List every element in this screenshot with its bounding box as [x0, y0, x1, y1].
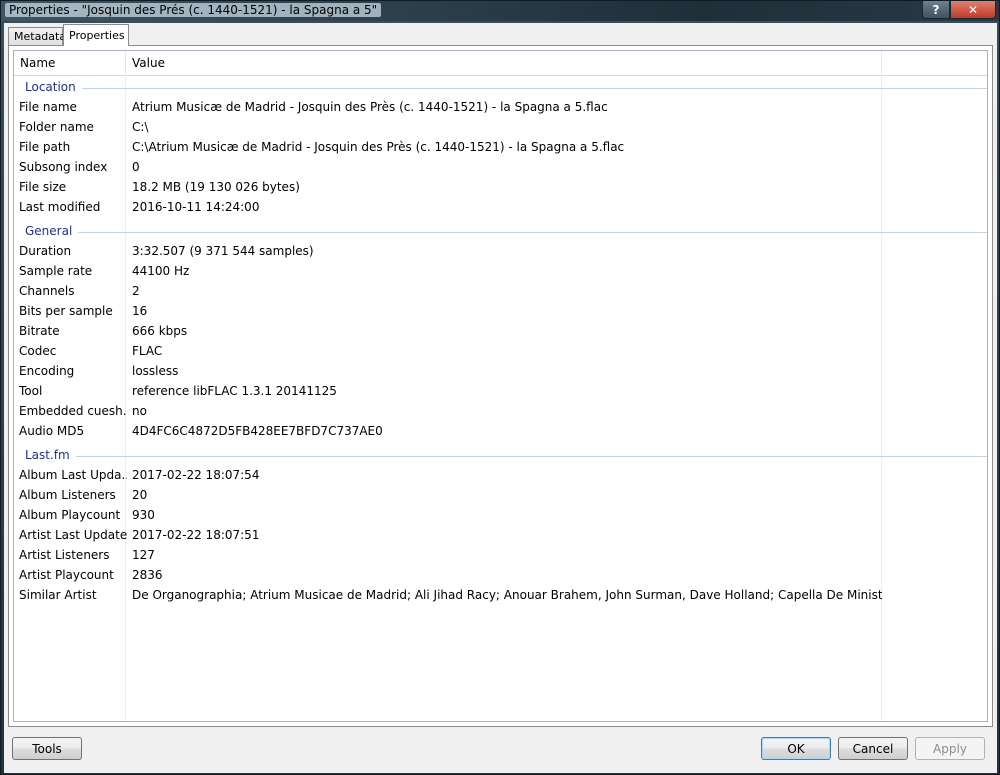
group-label: General — [25, 224, 79, 238]
group-header[interactable]: General — [14, 221, 987, 241]
table-row[interactable]: Album Listeners 20 — [14, 485, 987, 505]
row-value: De Organographia; Atrium Musicae de Madr… — [132, 588, 882, 602]
row-value: 44100 Hz — [132, 264, 190, 278]
row-name: Sample rate — [19, 264, 93, 278]
row-name: Tool — [19, 384, 43, 398]
group-label: Location — [25, 80, 82, 94]
tools-button[interactable]: Tools — [12, 737, 82, 760]
row-name: Album Playcount — [19, 508, 121, 522]
table-row[interactable]: File name Atrium Musicæ de Madrid - Josqu… — [14, 97, 987, 117]
table-row[interactable]: Sample rate 44100 Hz — [14, 261, 987, 281]
properties-list[interactable]: Name Value Location File name Atrium Music… — [13, 50, 988, 722]
row-name: Bits per sample — [19, 304, 113, 318]
table-row[interactable]: Subsong index 0 — [14, 157, 987, 177]
group-header[interactable]: Location — [14, 77, 987, 97]
row-name: Artist Last Updated — [19, 528, 127, 542]
help-icon[interactable]: ? — [922, 1, 950, 19]
row-value: 930 — [132, 508, 155, 522]
row-value: FLAC — [132, 344, 163, 358]
table-row[interactable]: File path C:\Atrium Musicæ de Madrid - Jo… — [14, 137, 987, 157]
table-row[interactable]: Bitrate 666 kbps — [14, 321, 987, 341]
row-value: lossless — [132, 364, 179, 378]
table-row[interactable]: Artist Listeners 127 — [14, 545, 987, 565]
row-name: Subsong index — [19, 160, 108, 174]
row-value: 2016-10-11 14:24:00 — [132, 200, 260, 214]
table-row[interactable]: Similar Artist De Organographia; Atrium M… — [14, 585, 987, 605]
title-bar[interactable]: Properties - "Josquin des Prés (c. 1440-… — [1, 1, 999, 21]
table-row[interactable]: Codec FLAC — [14, 341, 987, 361]
row-name: Album Listeners — [19, 488, 116, 502]
row-name: Similar Artist — [19, 588, 97, 602]
apply-button[interactable]: Apply — [915, 737, 985, 760]
table-row[interactable]: File size 18.2 MB (19 130 026 bytes) — [14, 177, 987, 197]
table-row[interactable]: Folder name C:\ — [14, 117, 987, 137]
row-value: 2 — [132, 284, 140, 298]
row-value: 0 — [132, 160, 140, 174]
column-header-value[interactable]: Value — [126, 51, 882, 75]
list-header: Name Value — [14, 51, 987, 76]
table-row[interactable]: Channels 2 — [14, 281, 987, 301]
row-name: File path — [19, 140, 71, 154]
dialog-client: Metadata Properties Name Value Location F… — [4, 23, 997, 773]
table-row[interactable]: Album Last Upda... 2017-02-22 18:07:54 — [14, 465, 987, 485]
row-value: reference libFLAC 1.3.1 20141125 — [132, 384, 337, 398]
table-row[interactable]: Encoding lossless — [14, 361, 987, 381]
properties-panel: Name Value Location File name Atrium Music… — [8, 45, 993, 727]
table-row[interactable]: Album Playcount 930 — [14, 505, 987, 525]
row-value: 2836 — [132, 568, 163, 582]
close-icon[interactable]: ✕ — [950, 1, 996, 19]
group-divider — [25, 88, 987, 89]
table-row[interactable]: Artist Playcount 2836 — [14, 565, 987, 585]
row-value: 16 — [132, 304, 148, 318]
group-divider — [25, 456, 987, 457]
window-title: Properties - "Josquin des Prés (c. 1440-… — [5, 3, 382, 17]
row-value: 666 kbps — [132, 324, 188, 338]
row-value: no — [132, 404, 147, 418]
row-name: Encoding — [19, 364, 75, 378]
row-name: Channels — [19, 284, 75, 298]
tab-properties[interactable]: Properties — [63, 24, 129, 46]
row-value: 20 — [132, 488, 148, 502]
table-row[interactable]: Artist Last Updated 2017-02-22 18:07:51 — [14, 525, 987, 545]
table-row[interactable]: Bits per sample 16 — [14, 301, 987, 321]
row-value: 18.2 MB (19 130 026 bytes) — [132, 180, 300, 194]
row-name: Artist Playcount — [19, 568, 114, 582]
properties-window: Properties - "Josquin des Prés (c. 1440-… — [0, 0, 1000, 775]
row-name: File size — [19, 180, 67, 194]
row-value: C:\Atrium Musicæ de Madrid - Josquin des… — [132, 140, 625, 154]
column-header-empty — [882, 51, 987, 75]
table-row[interactable]: Audio MD5 4D4FC6C4872D5FB428EE7BFD7C737AE… — [14, 421, 987, 441]
row-name: Embedded cuesh... — [19, 404, 127, 418]
cancel-button[interactable]: Cancel — [838, 737, 908, 760]
group-divider — [25, 232, 987, 233]
row-value: 3:32.507 (9 371 544 samples) — [132, 244, 314, 258]
row-name: Duration — [19, 244, 72, 258]
row-name: Codec — [19, 344, 57, 358]
tab-metadata[interactable]: Metadata — [8, 27, 66, 45]
row-name: Folder name — [19, 120, 94, 134]
column-header-name[interactable]: Name — [14, 51, 126, 75]
row-name: Last modified — [19, 200, 101, 214]
table-row[interactable]: Tool reference libFLAC 1.3.1 20141125 — [14, 381, 987, 401]
table-row[interactable]: Duration 3:32.507 (9 371 544 samples) — [14, 241, 987, 261]
row-value: 4D4FC6C4872D5FB428EE7BFD7C737AE0 — [132, 424, 383, 438]
row-name: Bitrate — [19, 324, 60, 338]
row-name: Artist Listeners — [19, 548, 110, 562]
group-label: Last.fm — [25, 448, 76, 462]
row-value: C:\ — [132, 120, 149, 134]
table-row[interactable]: Last modified 2016-10-11 14:24:00 — [14, 197, 987, 217]
row-value: 2017-02-22 18:07:54 — [132, 468, 260, 482]
ok-button[interactable]: OK — [761, 737, 831, 760]
row-name: File name — [19, 100, 77, 114]
row-value: 127 — [132, 548, 155, 562]
row-value: 2017-02-22 18:07:51 — [132, 528, 260, 542]
group-header[interactable]: Last.fm — [14, 445, 987, 465]
row-value: Atrium Musicæ de Madrid - Josquin des Pr… — [132, 100, 608, 114]
row-name: Album Last Upda... — [19, 468, 127, 482]
table-row[interactable]: Embedded cuesh... no — [14, 401, 987, 421]
row-name: Audio MD5 — [19, 424, 85, 438]
